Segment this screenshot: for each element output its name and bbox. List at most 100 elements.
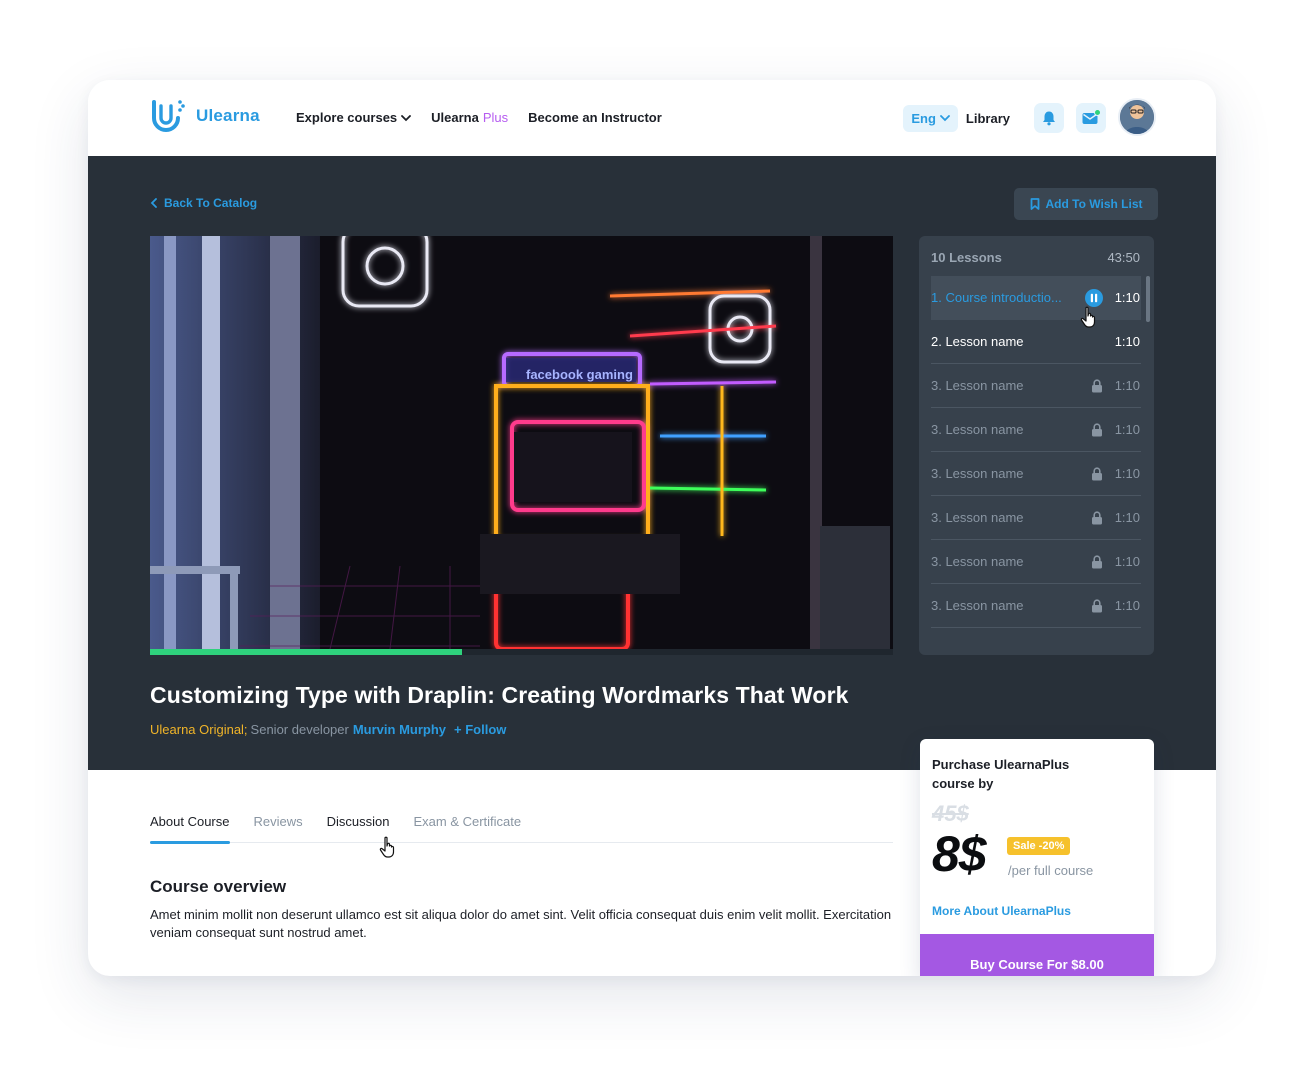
lesson-duration: 1:10 [1114, 378, 1140, 393]
buy-course-button[interactable]: Buy Course For $8.00 [920, 934, 1154, 976]
back-to-catalog-link[interactable]: Back To Catalog [150, 196, 257, 210]
course-title: Customizing Type with Draplin: Creating … [150, 682, 849, 708]
lesson-item[interactable]: 3. Lesson name 1:10 [931, 364, 1141, 408]
lock-icon [1091, 554, 1102, 568]
course-tabs: About Course Reviews Discussion Exam & C… [150, 814, 893, 844]
lesson-name: 2. Lesson name [931, 334, 1024, 349]
logo[interactable]: Ulearna [150, 98, 260, 134]
video-frame-image: facebook gaming [150, 236, 893, 649]
nav-explore-courses[interactable]: Explore courses [296, 110, 412, 125]
nav-become-instructor[interactable]: Become an Instructor [528, 110, 662, 125]
tab-reviews[interactable]: Reviews [254, 814, 303, 843]
overview-text: Amet minim mollit non deserunt ullamco e… [150, 907, 892, 940]
more-about-plus-link[interactable]: More About UlearnaPlus [932, 904, 1071, 918]
bell-icon [1043, 111, 1055, 126]
lesson-name: 3. Lesson name [931, 510, 1024, 525]
lesson-meta: 1:10 [1091, 554, 1140, 569]
lesson-name: 3. Lesson name [931, 422, 1024, 437]
lesson-name: 3. Lesson name [931, 466, 1024, 481]
hand-cursor-icon [379, 836, 395, 858]
nav-explore-label: Explore courses [296, 110, 398, 125]
lock-icon [1091, 598, 1102, 612]
lesson-duration: 1:10 [1114, 334, 1140, 349]
nav-ulearna-plus[interactable]: Ulearna Plus [431, 110, 508, 125]
tab-about-course[interactable]: About Course [150, 814, 230, 844]
video-player[interactable]: facebook gaming [150, 236, 893, 649]
video-neon-text: facebook gaming [526, 367, 633, 382]
lesson-item[interactable]: 1. Course introductio... 1:10 [931, 276, 1141, 320]
avatar-image [1120, 100, 1154, 134]
lesson-item[interactable]: 3. Lesson name 1:10 [931, 584, 1141, 628]
overview-heading: Course overview [150, 877, 287, 896]
lesson-meta: 1:10 [1084, 288, 1140, 307]
back-label: Back To Catalog [164, 196, 258, 210]
sale-badge: Sale -20% [1007, 837, 1071, 855]
lessons-scrollbar[interactable] [1146, 276, 1150, 322]
lock-icon [1091, 466, 1102, 480]
lesson-meta: 1:10 [1091, 510, 1140, 525]
bookmark-icon [1030, 198, 1039, 210]
lesson-duration: 1:10 [1114, 466, 1140, 481]
lesson-meta: 1:10 [1115, 334, 1140, 349]
lessons-count: 10 Lessons [931, 250, 1002, 265]
lock-icon [1091, 422, 1102, 436]
lesson-duration: 1:10 [1114, 510, 1140, 525]
nav-plus-label-a: Ulearna [431, 110, 479, 125]
lesson-duration: 1:10 [1114, 598, 1140, 613]
lesson-item[interactable]: 3. Lesson name 1:10 [931, 452, 1141, 496]
purchase-title: Purchase UlearnaPlus course by [932, 757, 1070, 791]
buy-course-label: Buy Course For $8.00 [970, 957, 1104, 972]
author-link[interactable]: Murvin Murphy [353, 722, 446, 737]
hand-cursor-icon [1080, 306, 1096, 328]
lesson-meta: 1:10 [1091, 422, 1140, 437]
mail-icon [1082, 109, 1101, 124]
lesson-item[interactable]: 2. Lesson name 1:10 [931, 320, 1141, 364]
chevron-left-icon [150, 198, 157, 208]
price-per-label: /per full course [1008, 863, 1094, 878]
user-avatar[interactable] [1118, 98, 1156, 136]
language-select[interactable]: Eng [903, 104, 958, 132]
current-price: 8$ [932, 826, 987, 882]
video-progress-fill [150, 649, 463, 655]
ulearna-original-label: Ulearna Original; [150, 722, 248, 737]
video-progress-bar[interactable] [150, 649, 893, 655]
lesson-duration: 1:10 [1114, 290, 1140, 305]
course-hero: Back To Catalog Add To Wish List faceboo… [88, 156, 1216, 770]
wishlist-label: Add To Wish List [1045, 197, 1143, 211]
purchase-card: Purchase UlearnaPlus course by 45$ 8$ Sa… [920, 739, 1154, 976]
lesson-meta: 1:10 [1091, 466, 1140, 481]
lesson-item[interactable]: 3. Lesson name 1:10 [931, 540, 1141, 584]
notifications-button[interactable] [1034, 103, 1064, 133]
library-link[interactable]: Library [966, 111, 1010, 126]
brand-name: Ulearna [196, 106, 260, 125]
follow-label: Follow [465, 722, 507, 737]
lesson-item[interactable]: 3. Lesson name 1:10 [931, 496, 1141, 540]
lock-icon [1091, 378, 1102, 392]
ulearna-logo-icon [152, 100, 185, 132]
follow-button[interactable]: + Follow [454, 722, 506, 737]
lesson-name: 3. Lesson name [931, 554, 1024, 569]
top-header: Ulearna Explore courses Ulearna Plus Beco… [88, 80, 1216, 156]
lessons-header: 10 Lessons 43:50 [931, 250, 1140, 265]
lesson-name: 1. Course introductio... [931, 290, 1062, 305]
messages-button[interactable] [1076, 103, 1106, 133]
lesson-duration: 1:10 [1114, 554, 1140, 569]
tab-exam-certificate[interactable]: Exam & Certificate [413, 814, 521, 843]
chevron-down-icon [401, 114, 412, 121]
pause-icon[interactable] [1084, 288, 1103, 307]
nav-plus-label-b: Plus [482, 110, 509, 125]
lesson-meta: 1:10 [1091, 598, 1140, 613]
lessons-panel: 10 Lessons 43:50 1. Course introductio..… [919, 236, 1154, 655]
lesson-meta: 1:10 [1091, 378, 1140, 393]
chevron-down-icon [940, 115, 950, 122]
lesson-item[interactable]: 3. Lesson name 1:10 [931, 408, 1141, 452]
lesson-name: 3. Lesson name [931, 378, 1024, 393]
old-price: 45$ [932, 801, 969, 826]
author-role: Senior developer [250, 722, 349, 737]
nav-instructor-label: Become an Instructor [528, 110, 662, 125]
lessons-total-duration: 43:50 [1107, 250, 1140, 265]
lock-icon [1091, 510, 1102, 524]
add-to-wishlist-button[interactable]: Add To Wish List [1014, 188, 1158, 220]
course-byline: Ulearna Original; Senior developer Murvi… [150, 722, 506, 737]
lesson-name: 3. Lesson name [931, 598, 1024, 613]
